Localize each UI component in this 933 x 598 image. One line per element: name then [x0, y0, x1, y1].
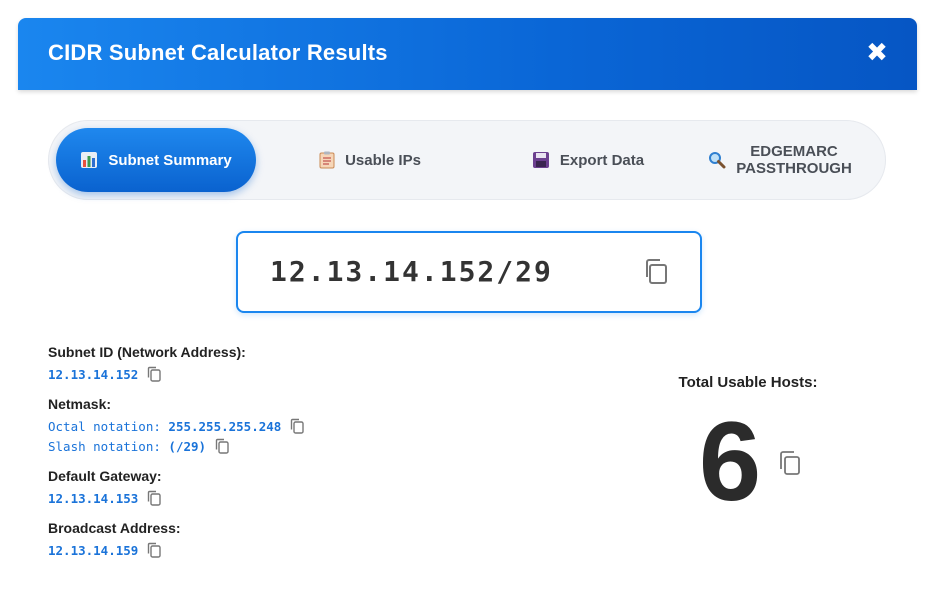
tab-export-data[interactable]: Export Data	[488, 128, 688, 192]
copy-icon[interactable]	[289, 418, 305, 434]
subnet-id-line: 12.13.14.152	[48, 364, 246, 384]
subnet-id-label: Subnet ID (Network Address):	[48, 344, 246, 360]
tab-bar: Subnet Summary Usable IPs Export Data ED…	[48, 120, 886, 200]
copy-icon[interactable]	[146, 490, 162, 506]
copy-icon[interactable]	[642, 257, 670, 290]
broadcast-line: 12.13.14.159	[48, 540, 181, 560]
subnet-id-value: 12.13.14.152	[48, 366, 139, 382]
octal-notation-value: 255.255.255.248	[168, 418, 282, 434]
tab-usable-ips[interactable]: Usable IPs	[280, 128, 460, 192]
octal-notation-line: Octal notation: 255.255.255.248	[48, 416, 305, 436]
copy-icon[interactable]	[146, 366, 162, 382]
octal-notation-prefix: Octal notation:	[48, 418, 169, 434]
netmask-section: Netmask: Octal notation: 255.255.255.248…	[48, 396, 305, 456]
copy-icon[interactable]	[778, 450, 802, 481]
netmask-label: Netmask:	[48, 396, 112, 412]
usable-hosts-value: 6	[698, 399, 762, 524]
close-icon[interactable]: ✖	[866, 37, 888, 67]
tab-label: Usable IPs	[345, 151, 421, 169]
broadcast-value: 12.13.14.159	[48, 542, 139, 558]
close-button[interactable]: ✖	[863, 38, 891, 66]
bar-chart-icon	[80, 151, 98, 169]
cidr-value: 12.13.14.152/29	[270, 255, 553, 288]
tab-label: EDGEMARC PASSTHROUGH	[736, 143, 852, 177]
broadcast-label: Broadcast Address:	[48, 520, 181, 536]
broadcast-section: Broadcast Address: 12.13.14.159	[48, 520, 181, 560]
gateway-label: Default Gateway:	[48, 468, 162, 484]
copy-icon[interactable]	[146, 542, 162, 558]
slash-notation-line: Slash notation: (/29)	[48, 436, 305, 456]
tab-label: Subnet Summary	[108, 151, 232, 169]
gateway-section: Default Gateway: 12.13.14.153	[48, 468, 162, 508]
usable-hosts-label: Total Usable Hosts:	[678, 374, 818, 391]
magnifier-icon	[708, 151, 726, 169]
clipboard-icon	[319, 151, 335, 169]
modal-header: CIDR Subnet Calculator Results ✖	[18, 18, 917, 90]
tab-edgemarc-passthrough[interactable]: EDGEMARC PASSTHROUGH	[690, 128, 870, 192]
floppy-disk-icon	[532, 151, 550, 169]
gateway-value: 12.13.14.153	[48, 490, 139, 506]
subnet-id-section: Subnet ID (Network Address): 12.13.14.15…	[48, 344, 246, 384]
modal-title: CIDR Subnet Calculator Results	[48, 40, 388, 65]
cidr-display: 12.13.14.152/29	[236, 231, 702, 313]
slash-notation-prefix: Slash notation:	[48, 438, 169, 454]
slash-notation-value: (/29)	[168, 438, 207, 454]
gateway-line: 12.13.14.153	[48, 488, 162, 508]
tab-label: Export Data	[559, 151, 645, 169]
copy-icon[interactable]	[214, 438, 230, 454]
tab-subnet-summary[interactable]: Subnet Summary	[56, 128, 256, 192]
